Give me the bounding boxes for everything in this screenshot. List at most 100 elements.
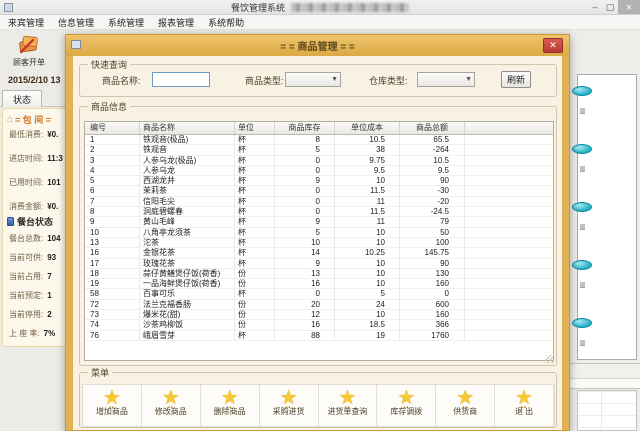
table-cell: 杯 <box>235 289 275 298</box>
table-cell: 3 <box>85 156 140 165</box>
table-row[interactable]: 58百事可乐杯050 <box>85 289 553 299</box>
product-table[interactable]: 编号商品名称单位商品库存单位成本商品总额 1铁观音(极品)杯810.565.52… <box>84 121 554 361</box>
table-cell: 10.5 <box>335 135 400 144</box>
minimize-button[interactable]: – <box>588 0 602 14</box>
table-row[interactable]: 4人参乌龙杯09.59.5 <box>85 166 553 176</box>
menu-bar: 来宾管理 信息管理 系统管理 报表管理 系统帮助 <box>0 15 640 30</box>
open-order-icon <box>6 31 52 57</box>
table-cell: 8 <box>275 135 335 144</box>
dialog-titlebar: = = 商品管理 = = ✕ <box>66 35 569 56</box>
table-cell: 5 <box>275 145 335 154</box>
menu-item[interactable]: 系统帮助 <box>208 16 244 29</box>
teapot-icon <box>572 144 592 154</box>
table-cell: 份 <box>235 269 275 278</box>
table-cell: 0 <box>275 186 335 195</box>
table-row[interactable]: 74沙茶鸡柳饭份1618.5366 <box>85 320 553 330</box>
resize-grip-icon[interactable] <box>546 355 554 363</box>
table-row[interactable]: 72法兰克福香肠份2024600 <box>85 300 553 310</box>
table-cell: 17 <box>85 259 140 268</box>
column-header[interactable]: 商品总额 <box>400 122 465 134</box>
menu-item[interactable]: 来宾管理 <box>8 16 44 29</box>
menu-action-button[interactable]: ★••增加商品 <box>83 385 142 426</box>
column-header[interactable]: 单位成本 <box>335 122 400 134</box>
menu-group: 菜单 ★••增加商品★••修改商品★••删除商品★••采购进货★••进货单查询★… <box>79 372 557 428</box>
menu-action-button[interactable]: ★••修改商品 <box>142 385 201 426</box>
column-header[interactable]: 单位 <box>235 122 275 134</box>
list-item-mark <box>580 166 585 172</box>
menu-action-button[interactable]: ★••库存调拨 <box>377 385 436 426</box>
menu-strip: ★••增加商品★••修改商品★••删除商品★••采购进货★••进货单查询★••库… <box>82 384 555 427</box>
open-order-button[interactable]: 顾客开单 <box>6 31 52 73</box>
column-header[interactable]: 商品库存 <box>275 122 335 134</box>
table-row[interactable]: 16金银花茶杯1410.25145.75 <box>85 248 553 258</box>
table-cell: 玫瑰花茶 <box>140 259 235 268</box>
table-cell-filler <box>465 156 553 165</box>
menu-action-button[interactable]: ★••供货商 <box>436 385 495 426</box>
warehouse-type-select[interactable]: ▼ <box>417 72 475 87</box>
table-cell: 74 <box>85 320 140 329</box>
close-window-button[interactable]: ✕ <box>618 0 640 14</box>
column-header[interactable]: 编号 <box>85 122 140 134</box>
table-cell: 杯 <box>235 176 275 185</box>
table-cell: 6 <box>85 186 140 195</box>
table-row[interactable]: 2铁观音杯538-264 <box>85 145 553 155</box>
table-row[interactable]: 1铁观音(极品)杯810.565.5 <box>85 135 553 145</box>
maximize-button[interactable]: ▢ <box>603 0 617 14</box>
table-cell-filler <box>465 289 553 298</box>
table-row[interactable]: 13沱茶杯1010100 <box>85 238 553 248</box>
table-cell: 杯 <box>235 166 275 175</box>
table-cell: 一品海鲜煲仔饭(荷香) <box>140 279 235 288</box>
menu-item[interactable]: 报表管理 <box>158 16 194 29</box>
product-info-group: 商品信息 编号商品名称单位商品库存单位成本商品总额 1铁观音(极品)杯810.5… <box>79 106 557 366</box>
table-cell: 79 <box>400 217 465 226</box>
table-cell: 杯 <box>235 248 275 257</box>
product-name-input[interactable] <box>152 72 210 87</box>
table-row[interactable]: 76峨眉雪芽杯88191760 <box>85 331 553 341</box>
table-cell: 洞庭碧螺春 <box>140 207 235 216</box>
table-cell: 杯 <box>235 331 275 340</box>
menu-action-button[interactable]: ★••退 出 <box>495 385 554 426</box>
table-row[interactable]: 3人参乌龙(极品)杯09.7510.5 <box>85 156 553 166</box>
table-cell: 10 <box>335 238 400 247</box>
dialog-close-button[interactable]: ✕ <box>543 38 563 53</box>
table-cell: 杯 <box>235 197 275 206</box>
refresh-button[interactable]: 刷新 <box>501 71 531 88</box>
table-cell: 11 <box>335 217 400 226</box>
table-row[interactable]: 7信阳毛尖杯011-20 <box>85 197 553 207</box>
table-cell: 16 <box>275 320 335 329</box>
table-row[interactable]: 6茉莉茶杯011.5-30 <box>85 186 553 196</box>
table-cell: 杯 <box>235 135 275 144</box>
table-cell: 份 <box>235 279 275 288</box>
menu-action-button[interactable]: ★••采购进货 <box>260 385 319 426</box>
tab-status[interactable]: 状态 <box>2 90 42 107</box>
table-row[interactable]: 8洞庭碧螺春杯011.5-24.5 <box>85 207 553 217</box>
table-cell: 0 <box>275 197 335 206</box>
star-icon: ★•• <box>103 387 121 409</box>
chevron-down-icon: ▼ <box>465 76 472 83</box>
table-cell: 9.75 <box>335 156 400 165</box>
column-header[interactable]: 商品名称 <box>140 122 235 134</box>
table-row[interactable]: 17玫瑰花茶杯91090 <box>85 259 553 269</box>
table-cell: 0 <box>275 166 335 175</box>
menu-item[interactable]: 信息管理 <box>58 16 94 29</box>
menu-action-button[interactable]: ★••进货单查询 <box>319 385 378 426</box>
menu-item[interactable]: 系统管理 <box>108 16 144 29</box>
table-row[interactable]: 73爆米花(甜)份1210160 <box>85 310 553 320</box>
table-row[interactable]: 9黄山毛峰杯91179 <box>85 217 553 227</box>
table-cell: 人参乌龙 <box>140 166 235 175</box>
table-row[interactable]: 19一品海鲜煲仔饭(荷香)份1610160 <box>85 279 553 289</box>
table-cell-filler <box>465 269 553 278</box>
table-cell: 10 <box>335 176 400 185</box>
table-row[interactable]: 5西湖龙井杯91090 <box>85 176 553 186</box>
menu-action-button[interactable]: ★••删除商品 <box>201 385 260 426</box>
table-row[interactable]: 18蒜仔黄鳝煲仔饭(荷香)份1310130 <box>85 269 553 279</box>
column-header-filler <box>465 122 553 134</box>
table-row[interactable]: 10八角亭龙须茶杯51050 <box>85 228 553 238</box>
product-type-select[interactable]: ▼ <box>285 72 341 87</box>
table-cell: 11.5 <box>335 207 400 216</box>
status-field: 消费金额:¥0. <box>9 201 63 214</box>
table-cell-filler <box>465 145 553 154</box>
table-cell-filler <box>465 197 553 206</box>
teapot-icon <box>572 202 592 212</box>
table-cell-filler <box>465 135 553 144</box>
